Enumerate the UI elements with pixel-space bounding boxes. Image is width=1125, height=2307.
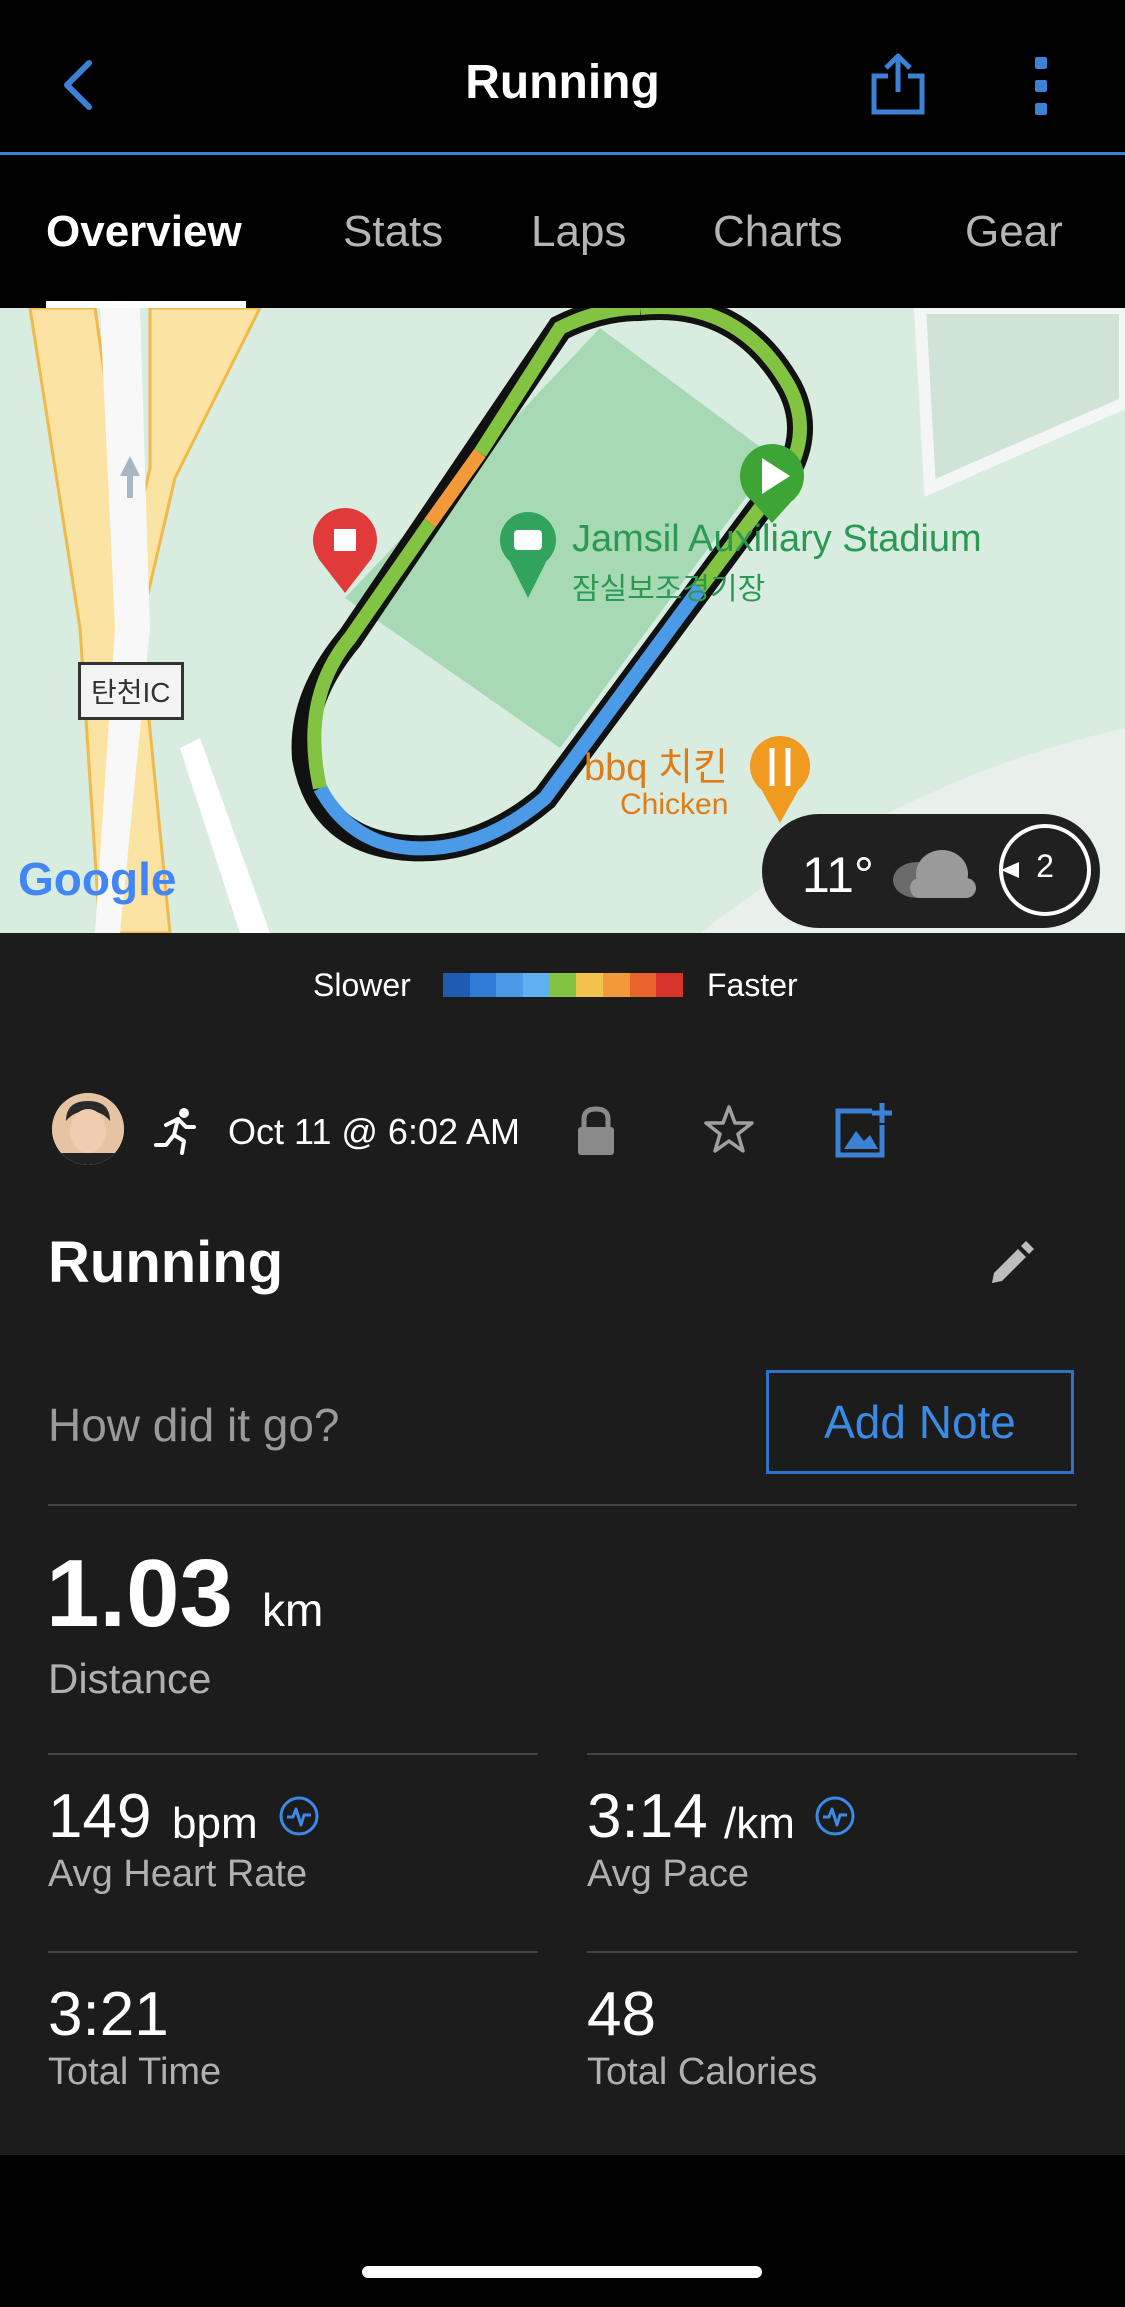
divider (587, 1753, 1077, 1755)
activity-details: Slower Faster Oct 11 @ 6:02 AM Running H… (0, 933, 1125, 2155)
add-note-button[interactable]: Add Note (766, 1370, 1074, 1474)
distance-unit: km (262, 1584, 324, 1636)
stadium-label-ko: 잠실보조경기장 (572, 573, 766, 606)
note-prompt[interactable]: How did it go? (48, 1398, 340, 1452)
restaurant-label: bbq 치킨 (584, 747, 728, 789)
page-title: Running (465, 56, 660, 109)
pace-unit: /km (724, 1799, 795, 1848)
activity-title: Running (48, 1230, 284, 1295)
divider (48, 1753, 538, 1755)
legend-color-swatch (496, 973, 524, 997)
legend-color-swatch (603, 973, 630, 997)
divider (48, 1504, 1077, 1506)
legend-color-swatch (549, 973, 577, 997)
tab-gear[interactable]: Gear (965, 207, 1063, 257)
legend-slower-label: Slower (313, 967, 411, 1003)
active-tab-indicator (46, 301, 246, 308)
total-calories-value: 48 (587, 1980, 656, 2049)
bottom-bar (0, 2155, 1125, 2307)
tab-stats[interactable]: Stats (343, 207, 443, 257)
pace-color-scale (443, 973, 684, 997)
google-logo: Google (18, 853, 177, 905)
add-photo-icon[interactable] (834, 1101, 894, 1159)
route-map[interactable]: Jamsil Auxiliary Stadium 잠실보조경기장 탄천IC bb… (0, 308, 1125, 933)
legend-color-swatch (523, 973, 550, 997)
divider (587, 1951, 1077, 1953)
share-icon (871, 53, 925, 115)
restaurant-sub-label: Chicken (620, 788, 729, 821)
legend-color-swatch (656, 973, 684, 997)
tab-laps[interactable]: Laps (531, 207, 626, 257)
legend-color-swatch (629, 973, 657, 997)
legend-color-swatch (469, 973, 497, 997)
running-activity-icon (154, 1108, 196, 1155)
more-vertical-icon (1035, 57, 1047, 115)
lap-counter: 2 (997, 822, 1093, 918)
heart-rate-source-icon[interactable] (278, 1795, 320, 1837)
lap-count: 2 (1036, 848, 1054, 884)
total-time-value: 3:21 (48, 1980, 169, 2049)
lock-icon[interactable] (574, 1105, 618, 1157)
heart-rate-label: Avg Heart Rate (48, 1853, 308, 1895)
home-indicator[interactable] (362, 2266, 762, 2278)
pace-source-icon[interactable] (814, 1795, 856, 1837)
pace-value: 3:14 (587, 1782, 708, 1851)
total-time-label: Total Time (48, 2051, 222, 2093)
cloud-icon (893, 850, 976, 898)
distance-label: Distance (48, 1655, 212, 1702)
ic-label: 탄천IC (78, 662, 184, 720)
share-button[interactable] (868, 52, 928, 118)
activity-date: Oct 11 @ 6:02 AM (228, 1111, 521, 1152)
tab-bar: Overview Stats Laps Charts Gear (0, 155, 1125, 308)
weather-temp: 11° (802, 847, 874, 903)
edit-pencil-icon[interactable] (988, 1239, 1034, 1285)
stadium-label: Jamsil Auxiliary Stadium (572, 518, 982, 560)
app-header: Running (0, 0, 1125, 155)
distance-value: 1.03 (46, 1540, 233, 1647)
heart-rate-unit: bpm (172, 1799, 258, 1848)
more-options-button[interactable] (1026, 55, 1056, 117)
user-photo-icon (52, 1093, 124, 1165)
heart-rate-value: 149 (48, 1782, 152, 1851)
pace-label: Avg Pace (587, 1853, 749, 1895)
legend-color-swatch (443, 973, 470, 997)
star-icon[interactable] (702, 1103, 756, 1157)
pace-legend: Slower Faster (0, 949, 1125, 1003)
legend-faster-label: Faster (707, 967, 798, 1003)
tab-charts[interactable]: Charts (713, 207, 843, 257)
tab-overview[interactable]: Overview (46, 207, 242, 257)
weather-badge[interactable]: 11° 2 (762, 814, 1100, 928)
total-calories-label: Total Calories (587, 2051, 818, 2093)
divider (48, 1951, 538, 1953)
avatar[interactable] (52, 1093, 124, 1165)
legend-color-swatch (576, 973, 604, 997)
